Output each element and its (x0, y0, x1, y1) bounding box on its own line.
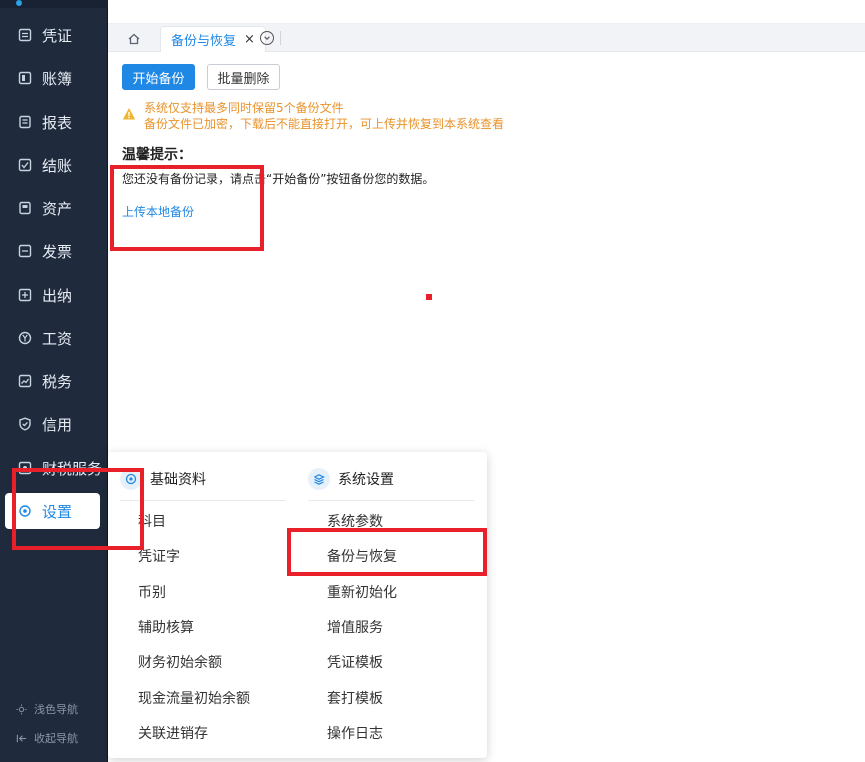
tax-icon (16, 372, 34, 390)
sidebar-item-label: 资产 (42, 199, 73, 218)
collapse-nav-label: 收起导航 (34, 732, 78, 745)
system-settings-title: 系统设置 (338, 472, 394, 488)
sidebar-item-label: 出纳 (42, 286, 73, 305)
invoice-icon (16, 242, 34, 260)
sun-icon (16, 703, 28, 715)
menu-item-voucher-template[interactable]: 凭证模板 (327, 652, 383, 672)
tips-title: 温馨提示： (122, 147, 192, 163)
sidebar-item-asset[interactable]: 资产 (0, 190, 108, 226)
highlight-box-settings (12, 468, 144, 550)
sidebar-item-label: 结账 (42, 156, 73, 175)
sidebar: 凭证 账簿 报表 结账 资产 发票 出纳 工资 税务 信用 财税服务 设置 浅色… (0, 0, 108, 762)
tab-bar: 备份与恢复 × (108, 24, 865, 52)
start-backup-button[interactable]: 开始备份 (122, 64, 195, 90)
notice-line-2: 备份文件已加密，下载后不能直接打开，可上传并恢复到本系统查看 (144, 117, 505, 131)
layers-icon (308, 468, 330, 490)
notice-line-1: 系统仅支持最多同时保留5个备份文件 (144, 101, 344, 115)
sidebar-item-salary[interactable]: 工资 (0, 320, 108, 356)
menu-item-currency[interactable]: 币别 (138, 582, 166, 602)
logo-icon (16, 0, 22, 6)
sidebar-item-voucher[interactable]: 凭证 (0, 17, 108, 53)
tab-backup-restore[interactable]: 备份与恢复 × (160, 26, 266, 52)
shield-icon (16, 415, 34, 433)
sidebar-item-label: 凭证 (42, 26, 73, 45)
highlight-dot (426, 294, 432, 300)
menu-item-initial-balance[interactable]: 财务初始余额 (138, 652, 222, 672)
sidebar-item-ledger[interactable]: 账簿 (0, 60, 108, 96)
collapse-icon (16, 732, 28, 744)
home-tab[interactable] (120, 29, 148, 49)
batch-delete-button[interactable]: 批量删除 (207, 64, 280, 90)
highlight-box-tips (110, 165, 264, 251)
tab-divider (280, 31, 281, 45)
top-header (108, 0, 865, 24)
highlight-box-backup-restore (287, 528, 487, 576)
close-icon[interactable]: × (244, 32, 255, 47)
menu-item-operation-log[interactable]: 操作日志 (327, 723, 383, 743)
sidebar-item-label: 报表 (42, 113, 73, 132)
asset-icon (16, 199, 34, 217)
sidebar-item-label: 发票 (42, 242, 73, 261)
theme-toggle-label: 浅色导航 (34, 703, 78, 716)
sidebar-item-label: 税务 (42, 372, 73, 391)
divider (120, 500, 286, 501)
report-icon (16, 113, 34, 131)
ledger-icon (16, 69, 34, 87)
menu-item-voucher-word[interactable]: 凭证字 (138, 546, 180, 566)
sidebar-item-cashier[interactable]: 出纳 (0, 277, 108, 313)
menu-item-cashflow-initial-balance[interactable]: 现金流量初始余额 (138, 688, 250, 708)
sidebar-item-label: 工资 (42, 329, 73, 348)
menu-item-print-template[interactable]: 套打模板 (327, 688, 383, 708)
tab-label: 备份与恢复 (171, 34, 237, 49)
theme-toggle[interactable]: 浅色导航 (0, 698, 108, 720)
sidebar-item-label: 信用 (42, 415, 73, 434)
home-icon (127, 32, 141, 46)
menu-item-value-added-service[interactable]: 增值服务 (327, 617, 383, 637)
voucher-icon (16, 26, 34, 44)
menu-item-auxiliary-accounting[interactable]: 辅助核算 (138, 617, 194, 637)
yen-icon (16, 329, 34, 347)
menu-item-linked-inventory[interactable]: 关联进销存 (138, 723, 208, 743)
sidebar-item-report[interactable]: 报表 (0, 104, 108, 140)
closing-icon (16, 156, 34, 174)
sidebar-item-invoice[interactable]: 发票 (0, 233, 108, 269)
basic-data-title: 基础资料 (150, 472, 206, 488)
sidebar-item-tax[interactable]: 税务 (0, 363, 108, 399)
cashier-icon (16, 286, 34, 304)
sidebar-item-label: 账簿 (42, 69, 73, 88)
collapse-nav-button[interactable]: 收起导航 (0, 727, 108, 749)
warning-icon (122, 108, 136, 120)
chevron-down-icon[interactable] (260, 31, 274, 45)
sidebar-item-credit[interactable]: 信用 (0, 406, 108, 442)
settings-menu: 基础资料 系统设置 科目 凭证字 币别 辅助核算 财务初始余额 现金流量初始余额… (108, 452, 487, 758)
divider (308, 500, 474, 501)
system-settings-header: 系统设置 (308, 466, 394, 492)
sidebar-item-closing[interactable]: 结账 (0, 147, 108, 183)
menu-item-reinitialize[interactable]: 重新初始化 (327, 582, 397, 602)
